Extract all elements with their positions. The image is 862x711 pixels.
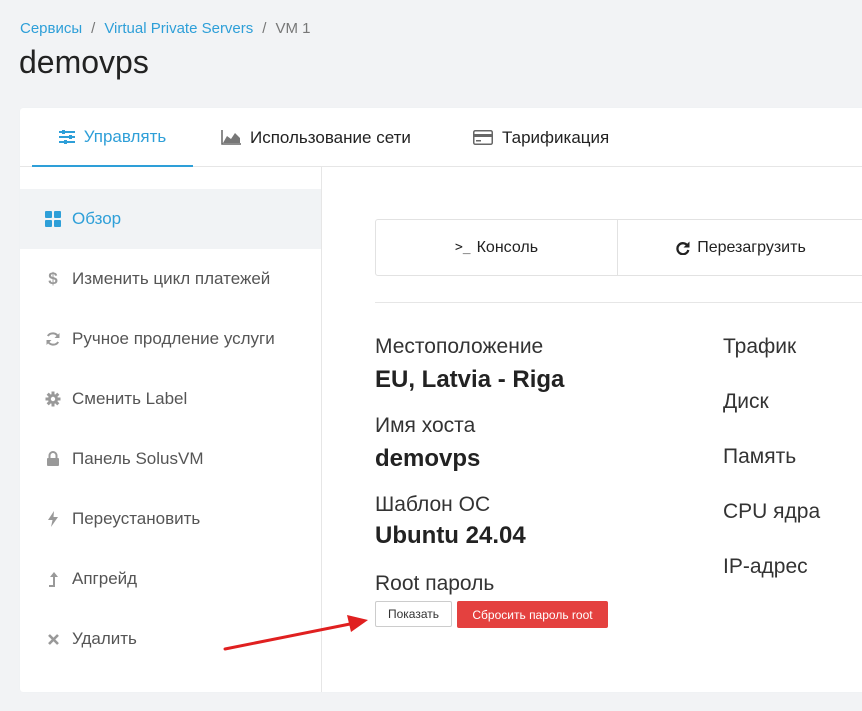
sidebar-item-label: Обзор xyxy=(72,209,122,228)
bolt-icon xyxy=(45,511,61,527)
gear-icon xyxy=(45,391,61,407)
traffic-label: Трафик xyxy=(723,335,797,358)
root-password-label: Root пароль xyxy=(375,572,495,595)
hostname-value: demovps xyxy=(375,445,481,472)
area-chart-icon xyxy=(221,130,241,145)
divider xyxy=(375,302,862,303)
os-template-label: Шаблон ОС xyxy=(375,493,491,516)
breadcrumb-current: VM 1 xyxy=(275,20,311,37)
show-password-button[interactable]: Показать xyxy=(375,601,452,627)
sidebar-item-overview[interactable]: Обзор xyxy=(20,189,321,249)
tab-label: Использование сети xyxy=(250,127,411,147)
sidebar-item-label: Панель SolusVM xyxy=(72,449,204,468)
reset-root-password-button[interactable]: Сбросить пароль root xyxy=(457,601,608,628)
cpu-cores-label: CPU ядра xyxy=(723,500,821,523)
tab-label: Тарификация xyxy=(502,127,610,147)
tab-network-usage[interactable]: Использование сети xyxy=(221,108,411,167)
terminal-icon: >_ xyxy=(454,240,471,255)
breadcrumb: Сервисы / Virtual Private Servers / VM 1 xyxy=(20,20,310,37)
sidebar-item-delete[interactable]: Удалить xyxy=(20,609,321,669)
reboot-button[interactable]: Перезагрузить xyxy=(618,220,862,275)
service-card: Управлять Использование сети Тарификация… xyxy=(20,108,862,692)
breadcrumb-link-vps[interactable]: Virtual Private Servers xyxy=(104,20,253,37)
action-bar: >_ Консоль Перезагрузить xyxy=(375,219,862,276)
level-up-icon xyxy=(45,571,61,587)
lock-icon xyxy=(45,451,61,467)
breadcrumb-separator: / xyxy=(91,20,96,37)
refresh-icon xyxy=(45,331,61,347)
memory-label: Память xyxy=(723,445,797,468)
hostname-label: Имя хоста xyxy=(375,414,476,437)
dollar-icon: $ xyxy=(48,269,58,288)
tab-billing[interactable]: Тарификация xyxy=(473,108,609,167)
redo-icon xyxy=(676,241,690,255)
location-value: EU, Latvia - Riga xyxy=(375,366,565,393)
tab-label: Управлять xyxy=(83,126,167,146)
close-icon xyxy=(45,631,61,647)
sidebar-item-reinstall[interactable]: Переустановить xyxy=(20,489,321,549)
sidebar-item-upgrade[interactable]: Апгрейд xyxy=(20,549,321,609)
sidebar-item-label: Ручное продление услуги xyxy=(72,329,275,348)
grid-icon xyxy=(45,211,61,227)
tab-bar: Управлять Использование сети Тарификация xyxy=(20,108,862,167)
sidebar-item-solusvm-panel[interactable]: Панель SolusVM xyxy=(20,429,321,489)
os-template-value: Ubuntu 24.04 xyxy=(375,522,526,549)
breadcrumb-link-services[interactable]: Сервисы xyxy=(20,20,82,37)
sliders-icon xyxy=(58,129,75,144)
location-label: Местоположение xyxy=(375,335,544,358)
sidebar-item-label: Апгрейд xyxy=(72,569,138,588)
tab-manage[interactable]: Управлять xyxy=(32,108,193,167)
credit-card-icon xyxy=(473,130,493,145)
sidebar-item-manual-renewal[interactable]: Ручное продление услуги xyxy=(20,309,321,369)
sidebar: Обзор $ Изменить цикл платежей Ручное пр… xyxy=(20,167,322,692)
page-title: demovps xyxy=(19,44,149,80)
sidebar-item-label: Удалить xyxy=(72,629,137,648)
console-label: Консоль xyxy=(476,238,539,256)
disk-label: Диск xyxy=(723,390,769,413)
sidebar-item-change-label[interactable]: Сменить Label xyxy=(20,369,321,429)
sidebar-item-label: Сменить Label xyxy=(72,389,188,408)
breadcrumb-separator: / xyxy=(262,20,267,37)
console-button[interactable]: >_ Консоль xyxy=(376,220,618,275)
ip-address-label: IP-адрес xyxy=(723,555,808,578)
sidebar-item-change-billing-cycle[interactable]: $ Изменить цикл платежей xyxy=(20,249,321,309)
reboot-label: Перезагрузить xyxy=(697,238,806,256)
sidebar-item-label: Переустановить xyxy=(72,509,201,528)
sidebar-item-label: Изменить цикл платежей xyxy=(72,269,271,288)
